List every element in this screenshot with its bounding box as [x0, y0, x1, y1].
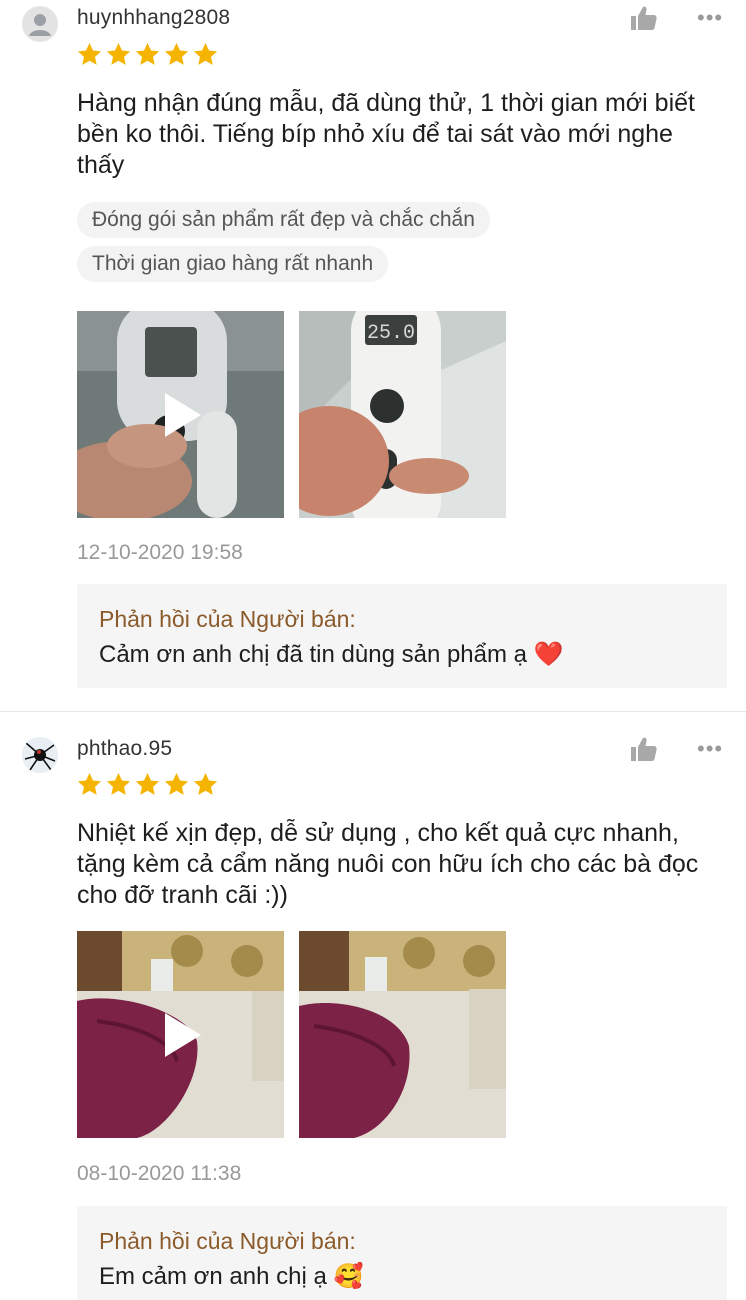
seller-reply: Phản hồi của Người bán: Cảm ơn anh chị đ… [77, 584, 727, 688]
seller-reply-title: Phản hồi của Người bán: [99, 1228, 356, 1254]
bedroom-photo [299, 931, 506, 1138]
play-icon[interactable] [165, 393, 201, 437]
rating-stars [76, 41, 219, 68]
thumbs-up-icon[interactable] [630, 5, 658, 31]
review-tag: Đóng gói sản phẩm rất đẹp và chắc chắn [77, 202, 490, 238]
avatar[interactable] [22, 6, 58, 42]
review-text: Hàng nhận đúng mẫu, đã dùng thử, 1 thời … [77, 89, 695, 179]
star-icon [77, 773, 102, 795]
star-icon [77, 43, 102, 65]
video-thumbnail[interactable] [77, 931, 284, 1138]
star-icon [106, 773, 131, 795]
thermometer-photo: 25.0 [299, 311, 506, 518]
seller-reply-title: Phản hồi của Người bán: [99, 606, 356, 632]
thermometer-display: 25.0 [367, 322, 415, 345]
video-thumbnail[interactable] [77, 311, 284, 518]
photo-thumbnail[interactable] [299, 931, 506, 1138]
avatar[interactable] [22, 737, 58, 773]
seller-reply-text: Cảm ơn anh chị đã tin dùng sản phẩm ạ ❤️ [99, 641, 564, 668]
star-icon [135, 773, 160, 795]
play-icon[interactable] [165, 1013, 201, 1057]
thumbs-up-icon[interactable] [630, 736, 658, 762]
star-icon [135, 43, 160, 65]
review-username[interactable]: huynhhang2808 [77, 6, 230, 30]
star-icon [164, 773, 189, 795]
star-icon [193, 773, 218, 795]
star-icon [164, 43, 189, 65]
review-timestamp: 08-10-2020 11:38 [77, 1162, 242, 1185]
rating-stars [76, 771, 219, 798]
star-icon [193, 43, 218, 65]
user-silhouette-icon [29, 14, 51, 36]
star-icon [106, 43, 131, 65]
review-timestamp: 12-10-2020 19:58 [77, 541, 243, 564]
review-tag: Thời gian giao hàng rất nhanh [77, 246, 389, 282]
review-text: Nhiệt kế xịn đẹp, dễ sử dụng , cho kết q… [77, 819, 699, 909]
divider [0, 711, 746, 712]
photo-thumbnail[interactable]: 25.0 [299, 311, 506, 518]
review-username[interactable]: phthao.95 [77, 737, 172, 761]
more-dots-icon[interactable]: ••• [697, 738, 723, 760]
more-dots-icon[interactable]: ••• [697, 7, 723, 29]
spider-avatar-icon [22, 737, 58, 773]
seller-reply-text: Em cảm ơn anh chị ạ 🥰 [99, 1263, 364, 1290]
seller-reply: Phản hồi của Người bán: Em cảm ơn anh ch… [77, 1206, 727, 1300]
